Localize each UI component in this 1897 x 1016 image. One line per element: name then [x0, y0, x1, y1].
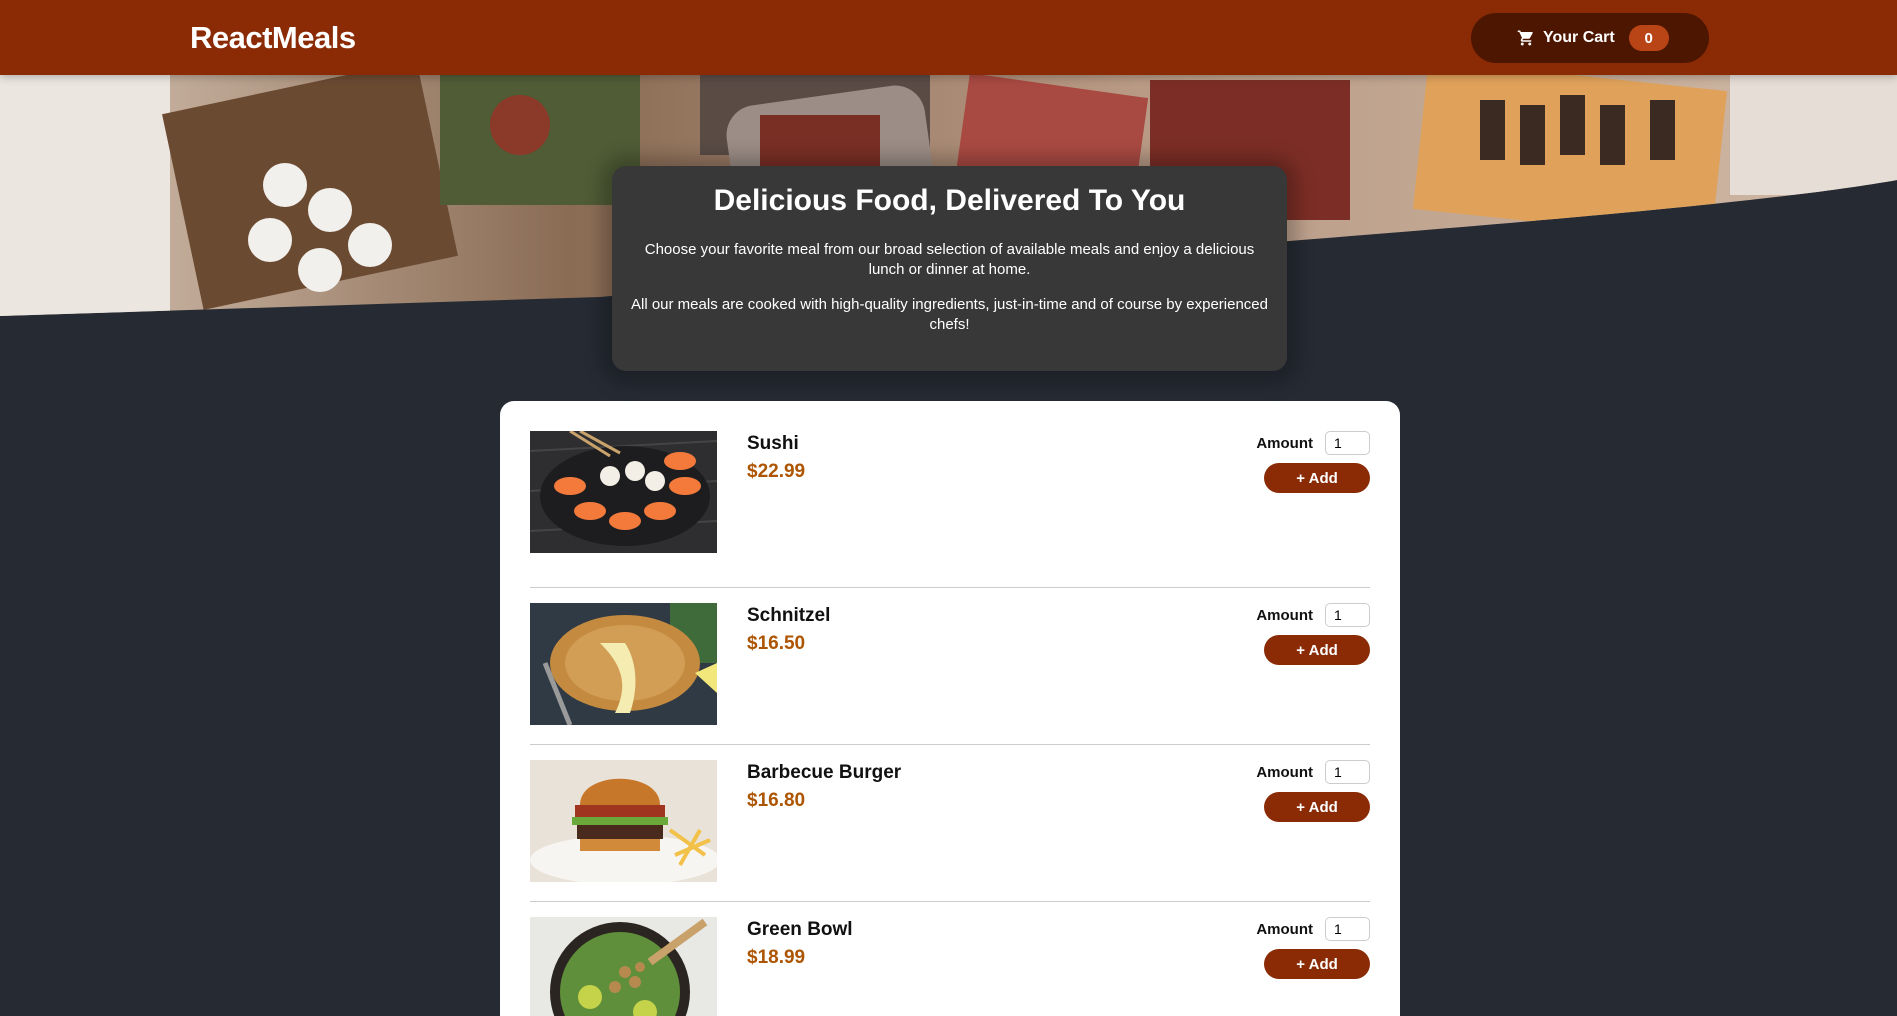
- meal-name: Sushi: [747, 433, 799, 454]
- meal-add-form: Amount + Add: [1240, 760, 1370, 822]
- meal-item: Sushi $22.99 Amount + Add: [530, 431, 1370, 588]
- summary-paragraph-2: All our meals are cooked with high-quali…: [631, 296, 1268, 333]
- meal-price: $16.50: [747, 633, 806, 654]
- add-to-cart-button[interactable]: + Add: [1264, 463, 1370, 493]
- meal-price: $22.99: [747, 461, 806, 482]
- summary-title: Delicious Food, Delivered To You: [713, 184, 1186, 217]
- meal-image-sushi: [530, 431, 717, 553]
- meal-name: Green Bowl: [747, 919, 853, 940]
- amount-label: Amount: [1256, 434, 1313, 452]
- amount-input[interactable]: [1325, 431, 1370, 455]
- meal-image-schnitzel: [530, 603, 717, 725]
- amount-input[interactable]: [1325, 917, 1370, 941]
- amount-input[interactable]: [1325, 760, 1370, 784]
- cart-button[interactable]: Your Cart 0: [1471, 13, 1709, 63]
- meal-image-green-bowl: [530, 917, 717, 1016]
- meal-add-form: Amount + Add: [1240, 603, 1370, 665]
- amount-input[interactable]: [1325, 603, 1370, 627]
- cart-icon: [1517, 30, 1533, 46]
- meal-image-burger: [530, 760, 717, 882]
- cart-label: Your Cart: [1543, 29, 1615, 46]
- add-to-cart-button[interactable]: + Add: [1264, 635, 1370, 665]
- meal-name: Schnitzel: [747, 605, 831, 626]
- add-to-cart-button[interactable]: + Add: [1264, 949, 1370, 979]
- amount-label: Amount: [1256, 920, 1313, 938]
- meal-item: Barbecue Burger $16.80 Amount + Add: [530, 745, 1370, 902]
- amount-label: Amount: [1256, 606, 1313, 624]
- meals-list: Sushi $22.99 Amount + Add Schnitzel: [500, 401, 1400, 1016]
- meal-price: $18.99: [747, 947, 806, 968]
- app-logo: ReactMeals: [190, 20, 356, 55]
- cart-count-badge: 0: [1628, 25, 1669, 51]
- amount-label: Amount: [1256, 763, 1313, 781]
- meal-price: $16.80: [747, 790, 806, 811]
- meal-add-form: Amount + Add: [1240, 917, 1370, 979]
- meal-name: Barbecue Burger: [747, 762, 902, 783]
- meals-summary-card: Delicious Food, Delivered To You Choose …: [612, 166, 1287, 371]
- meal-item: Green Bowl $18.99 Amount + Add: [530, 902, 1370, 1016]
- add-to-cart-button[interactable]: + Add: [1264, 792, 1370, 822]
- meal-add-form: Amount + Add: [1240, 431, 1370, 493]
- meal-item: Schnitzel $16.50 Amount + Add: [530, 588, 1370, 745]
- app-header: ReactMeals Your Cart 0: [0, 0, 1897, 75]
- summary-paragraph-1: Choose your favorite meal from our broad…: [644, 241, 1255, 278]
